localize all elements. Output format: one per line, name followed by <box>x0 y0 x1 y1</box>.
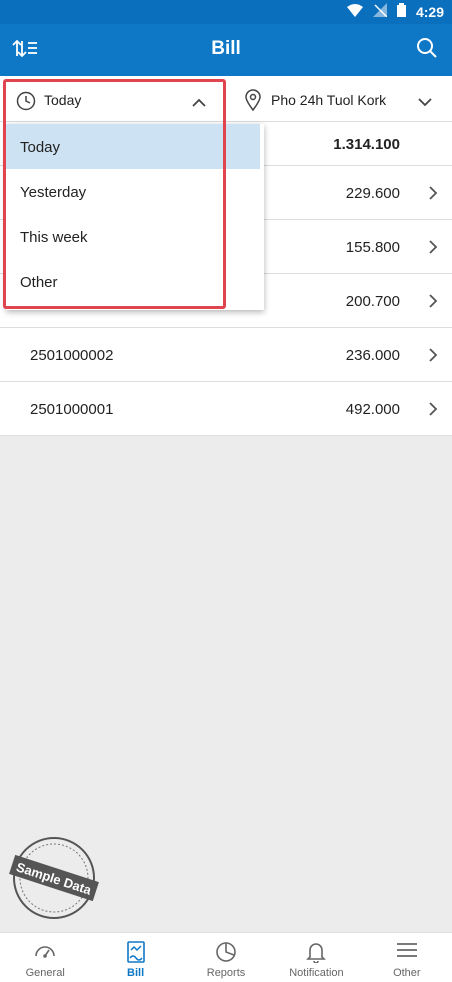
chevron-right-icon <box>429 348 438 367</box>
status-bar: 4:29 <box>0 0 452 24</box>
bill-amount: 229.600 <box>345 185 400 202</box>
nav-label: Notification <box>289 967 344 979</box>
bill-code: 2501000002 <box>30 347 114 364</box>
location-pin-icon <box>244 89 262 116</box>
clock-icon <box>16 91 36 116</box>
wifi-icon <box>346 3 363 20</box>
dropdown-option-label: Yesterday <box>20 184 87 201</box>
total-amount: 1.314.100 <box>333 136 400 153</box>
nav-other[interactable]: Other <box>362 933 452 982</box>
dropdown-option-this-week[interactable]: This week <box>6 214 264 259</box>
table-row[interactable]: 2501000001 492.000 <box>0 382 452 436</box>
pie-chart-icon <box>215 941 237 966</box>
nav-bill[interactable]: Bill <box>90 933 180 982</box>
dropdown-option-label: This week <box>20 229 88 246</box>
chevron-right-icon <box>429 402 438 421</box>
nav-general[interactable]: General <box>0 933 90 982</box>
bottom-navigation: General Bill Reports Notification Other <box>0 932 452 982</box>
menu-icon <box>396 941 418 962</box>
dropdown-option-other[interactable]: Other <box>6 259 264 304</box>
chevron-right-icon <box>429 186 438 205</box>
table-row[interactable]: 2501000002 236.000 <box>0 328 452 382</box>
date-filter-label: Today <box>44 92 82 108</box>
bill-amount: 155.800 <box>345 239 400 256</box>
nav-label: Other <box>393 967 421 979</box>
nav-label: General <box>25 967 65 979</box>
bill-icon <box>126 941 146 966</box>
dropdown-option-label: Today <box>20 139 61 156</box>
no-signal-icon <box>372 3 388 20</box>
dropdown-option-yesterday[interactable]: Yesterday <box>6 169 264 214</box>
dropdown-option-label: Other <box>20 274 58 291</box>
nav-label: Reports <box>206 967 246 979</box>
nav-notification[interactable]: Notification <box>271 933 361 982</box>
branch-filter[interactable]: Pho 24h Tuol Kork <box>236 78 452 120</box>
date-dropdown-menu: Today Yesterday This week Other <box>6 124 264 310</box>
branch-filter-label: Pho 24h Tuol Kork <box>271 92 387 108</box>
nav-reports[interactable]: Reports <box>181 933 271 982</box>
battery-icon <box>396 3 406 20</box>
sample-data-stamp: Sample Data <box>8 836 100 920</box>
status-time: 4:29 <box>415 3 444 20</box>
chevron-right-icon <box>429 294 438 313</box>
bill-code: 2501000001 <box>30 401 114 418</box>
date-filter[interactable]: Today <box>2 78 224 120</box>
gauge-icon <box>34 941 56 964</box>
bill-amount: 492.000 <box>345 401 400 418</box>
chevron-down-icon <box>418 94 432 112</box>
search-icon[interactable] <box>416 37 438 64</box>
bill-amount: 200.700 <box>345 293 400 310</box>
bell-icon <box>306 941 327 966</box>
chevron-right-icon <box>429 240 438 259</box>
app-bar: Bill <box>0 24 452 76</box>
chevron-up-icon <box>192 94 206 112</box>
page-title: Bill <box>211 38 241 59</box>
nav-label: Bill <box>127 967 145 979</box>
filter-bar: Today Pho 24h Tuol Kork <box>0 76 452 122</box>
bill-amount: 236.000 <box>345 347 400 364</box>
dropdown-option-today[interactable]: Today <box>6 124 260 169</box>
